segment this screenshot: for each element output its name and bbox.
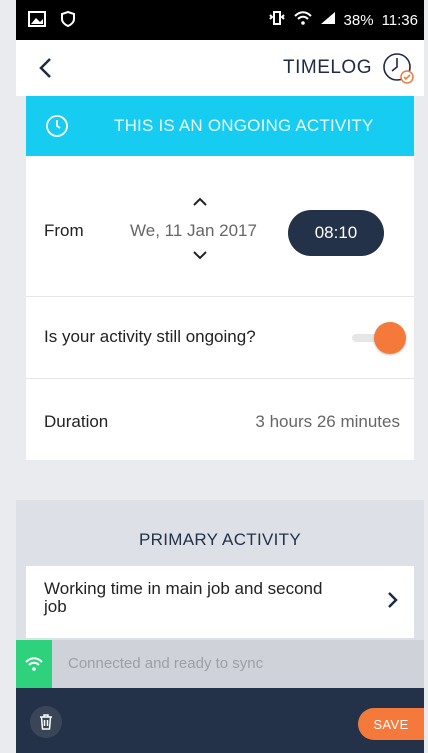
vibrate-icon xyxy=(268,10,286,30)
trash-icon xyxy=(40,714,52,730)
date-increment-button[interactable] xyxy=(192,194,208,206)
duration-row: Duration 3 hours 26 minutes xyxy=(26,378,414,461)
app-screen: 38% 11:36 TIMELOG THIS IS AN ONGOING ACT… xyxy=(16,0,424,753)
ongoing-label: Is your activity still ongoing? xyxy=(44,327,256,346)
image-icon xyxy=(28,11,46,31)
banner-text: THIS IS AN ONGOING ACTIVITY xyxy=(114,116,374,135)
back-icon xyxy=(39,58,51,78)
page-title: TIMELOG xyxy=(282,57,372,78)
battery-text: 38% xyxy=(343,11,374,29)
duration-value: 3 hours 26 minutes xyxy=(255,412,400,431)
from-label: From xyxy=(44,221,84,240)
save-button[interactable]: SAVE xyxy=(358,708,424,740)
timelog-button[interactable] xyxy=(378,48,418,88)
sync-text: Connected and ready to sync xyxy=(68,655,264,672)
status-bar: 38% 11:36 xyxy=(16,0,424,40)
shield-icon xyxy=(60,10,76,31)
wifi-icon xyxy=(16,640,52,688)
primary-activity-heading: PRIMARY ACTIVITY xyxy=(139,530,301,549)
ongoing-row: Is your activity still ongoing? xyxy=(26,296,414,379)
ongoing-banner: THIS IS AN ONGOING ACTIVITY xyxy=(26,96,414,156)
section-gap xyxy=(16,460,424,500)
duration-label: Duration xyxy=(44,412,109,431)
signal-icon xyxy=(320,11,336,29)
toggle-knob xyxy=(374,322,406,354)
status-right: 38% 11:36 xyxy=(268,10,418,30)
chevron-right-icon xyxy=(380,588,404,612)
clock-icon xyxy=(44,113,70,139)
bottom-action-bar: SAVE xyxy=(16,688,424,753)
clock-text: 11:36 xyxy=(381,11,418,29)
from-date[interactable]: We, 11 Jan 2017 xyxy=(130,221,257,241)
primary-activity-item[interactable]: Working time in main job and second job xyxy=(26,566,414,638)
app-bar: TIMELOG xyxy=(16,40,424,96)
clock-icon xyxy=(383,53,414,84)
chevron-down-icon xyxy=(193,251,207,260)
primary-activity-title: Working time in main job and second job xyxy=(44,579,323,616)
status-left xyxy=(28,10,76,31)
primary-activity-section: PRIMARY ACTIVITY Working time in main jo… xyxy=(16,500,424,640)
chevron-up-icon xyxy=(193,197,207,206)
ongoing-toggle[interactable] xyxy=(352,322,408,354)
back-button[interactable] xyxy=(26,48,66,88)
activity-card: THIS IS AN ONGOING ACTIVITY From We, 11 … xyxy=(26,96,414,460)
delete-button[interactable] xyxy=(30,706,62,738)
wifi-icon xyxy=(293,11,312,29)
date-decrement-button[interactable] xyxy=(192,249,208,261)
from-row: From We, 11 Jan 2017 08:10 xyxy=(26,156,414,296)
sync-status-bar: Connected and ready to sync xyxy=(16,640,424,688)
from-time-button[interactable]: 08:10 xyxy=(288,210,384,256)
